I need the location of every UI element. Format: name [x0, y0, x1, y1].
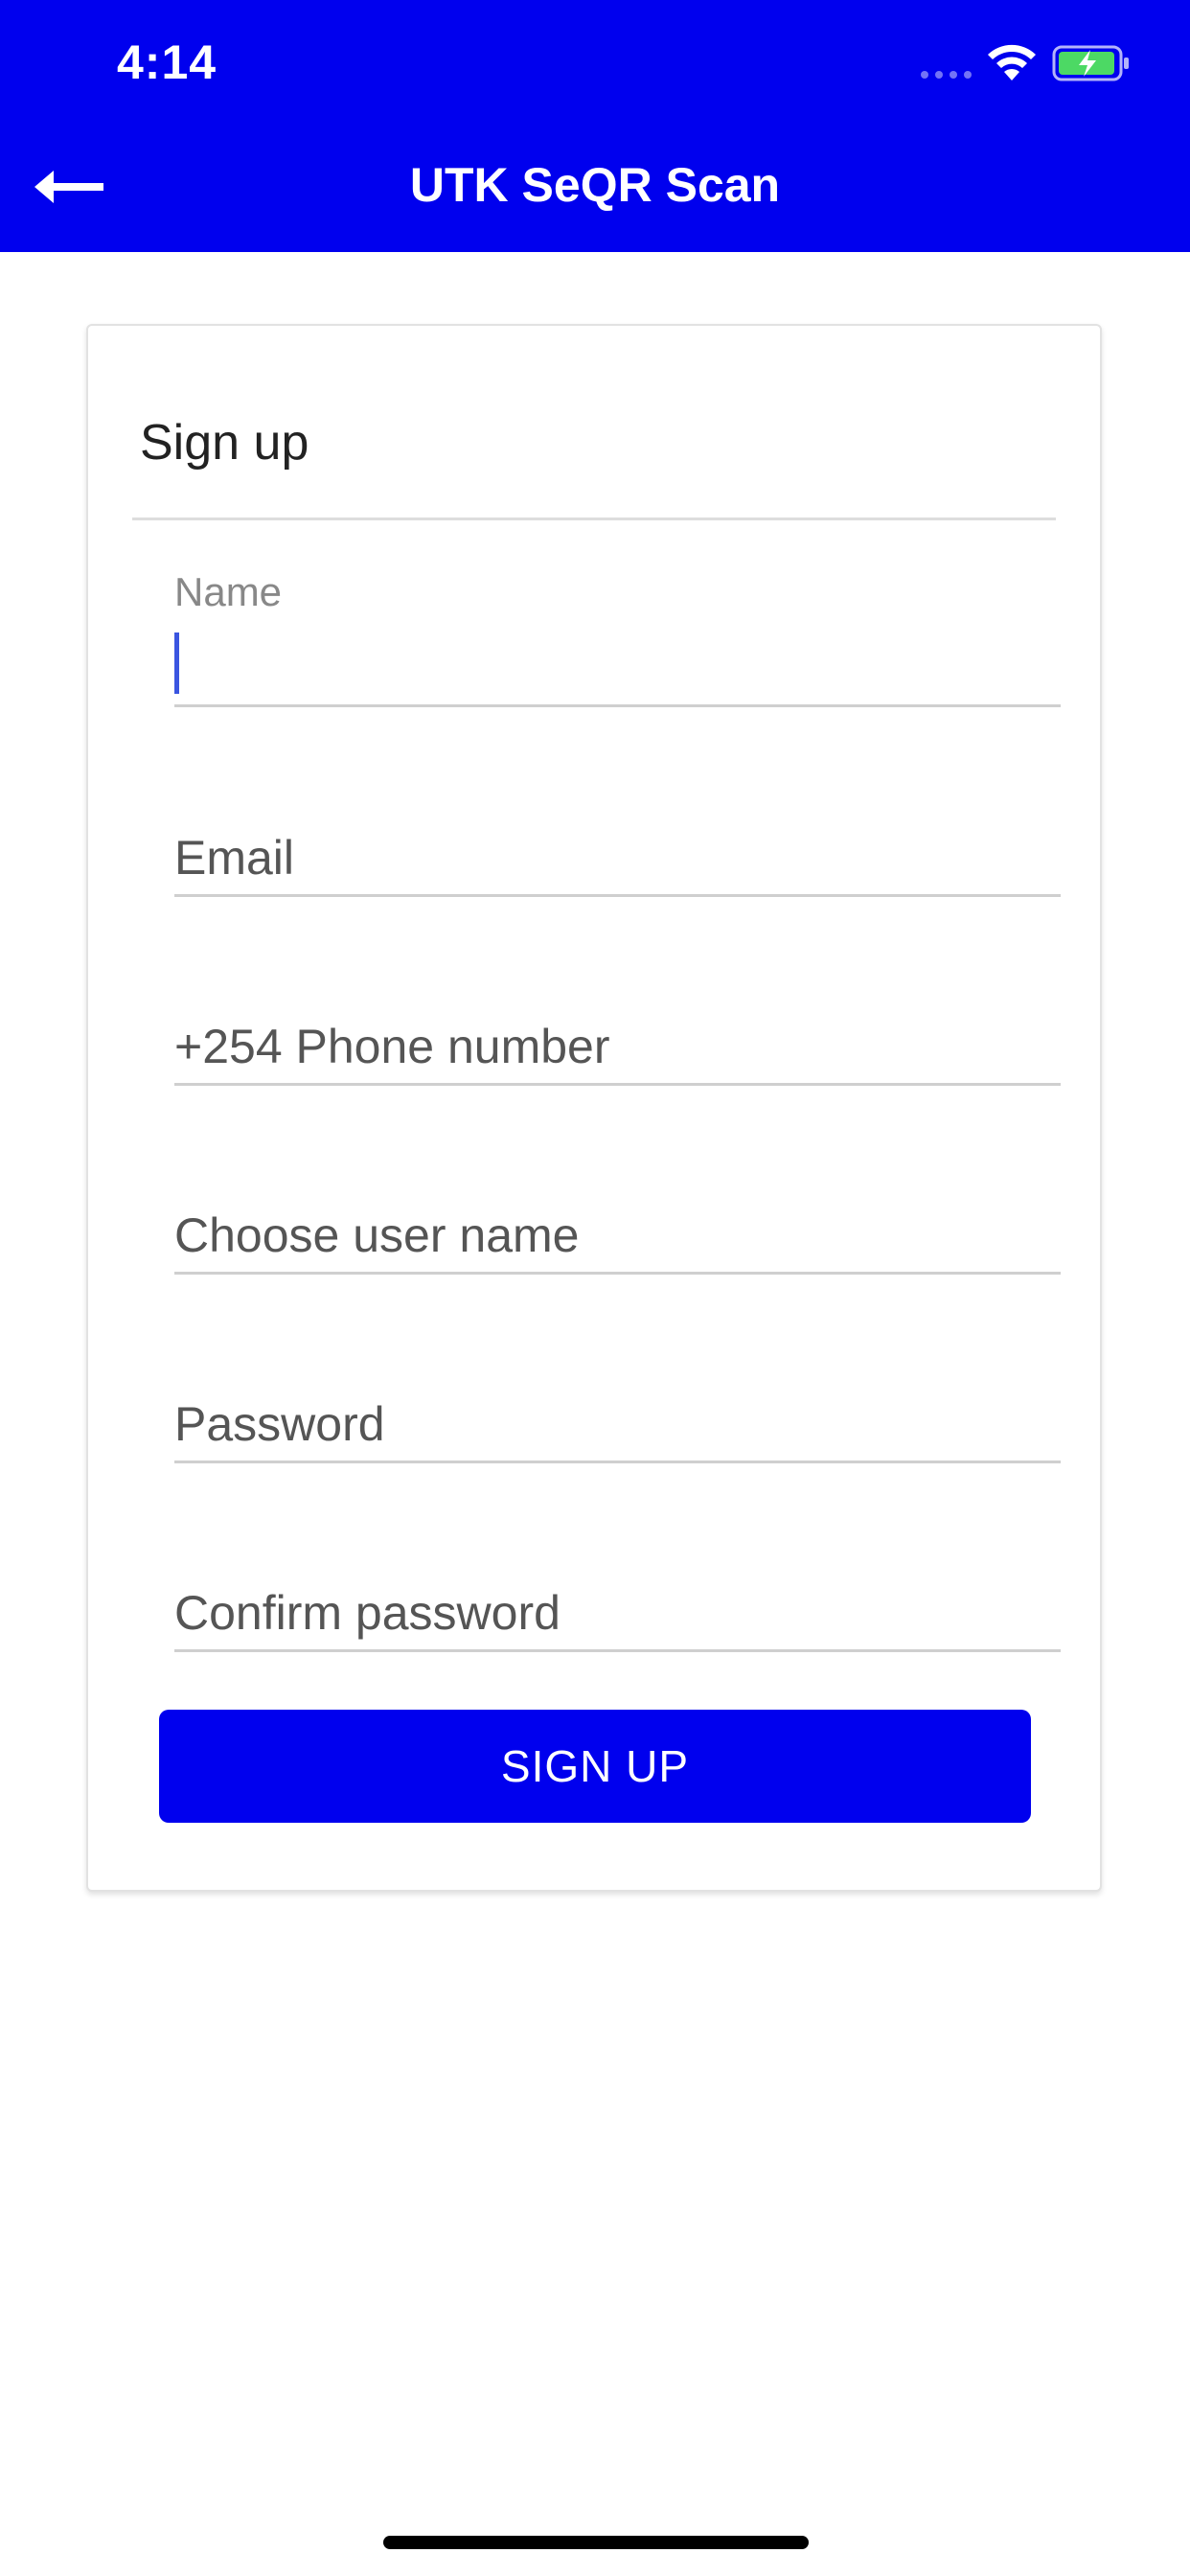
status-time: 4:14 [117, 35, 217, 89]
phone-field[interactable]: +254 Phone number [174, 990, 1061, 1086]
page-title: UTK SeQR Scan [409, 158, 781, 212]
password-placeholder: Password [174, 1397, 385, 1451]
wifi-icon [988, 44, 1036, 80]
username-placeholder: Choose user name [174, 1208, 580, 1262]
text-caret [174, 632, 179, 694]
field-underline [174, 1083, 1061, 1086]
signal-dots-icon [921, 71, 972, 79]
email-field[interactable]: Email [174, 801, 1061, 897]
screen: 4:14 UTK SeQR Scan Sign up Name Email +2… [0, 0, 1190, 2576]
field-underline [174, 894, 1061, 897]
signup-card: Sign up Name Email +254 Phone number Cho… [86, 324, 1102, 1892]
field-underline [174, 1649, 1061, 1652]
divider [132, 518, 1056, 520]
home-indicator[interactable] [383, 2536, 809, 2549]
name-field[interactable]: Name [174, 569, 1061, 707]
field-underline [174, 704, 1061, 707]
field-underline [174, 1272, 1061, 1275]
field-underline [174, 1460, 1061, 1463]
name-field-label: Name [174, 569, 283, 614]
email-placeholder: Email [174, 831, 295, 885]
username-field[interactable]: Choose user name [174, 1179, 1061, 1275]
confirm-password-field[interactable]: Confirm password [174, 1556, 1061, 1652]
battery-charging-icon [1052, 45, 1129, 81]
signup-button[interactable]: SIGN UP [159, 1710, 1031, 1823]
app-header: 4:14 UTK SeQR Scan [0, 0, 1190, 252]
phone-placeholder: +254 Phone number [174, 1020, 610, 1073]
confirm-password-placeholder: Confirm password [174, 1586, 561, 1640]
card-title: Sign up [140, 415, 309, 471]
password-field[interactable]: Password [174, 1368, 1061, 1463]
